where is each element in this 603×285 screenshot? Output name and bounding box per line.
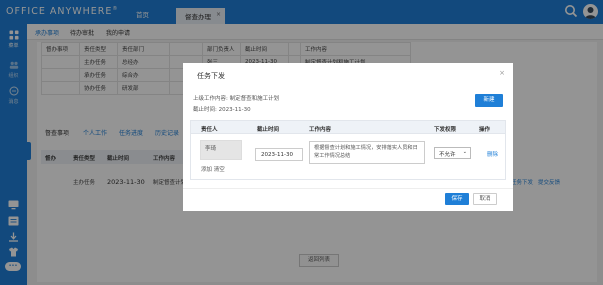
assignee-field[interactable]: 李琦 [200,140,242,160]
new-button[interactable]: 新建 [475,94,503,107]
assignee-actions: 添加 清空 [201,165,225,173]
upper-content: 上级工作内容: 制定督查和施工计划 [193,94,279,102]
save-button[interactable]: 保存 [445,193,469,205]
column-header: 工作内容 [309,127,332,133]
dialog-footer-divider [183,188,513,189]
add-assignee-link[interactable]: 添加 [201,167,212,173]
deadline-label: 截止时间: [193,107,217,113]
table-row: 李琦 添加 清空 2023-11-30 根据督查计划和施工情况，安排落实人员和日… [190,134,506,180]
delete-link[interactable]: 删除 [487,150,498,158]
column-header: 责任人 [201,127,218,133]
permission-value: 不允许 [439,152,456,158]
dialog-title: 任务下发 [197,72,225,80]
upper-content-value: 制定督查和施工计划 [229,96,280,102]
clear-assignee-link[interactable]: 清空 [214,167,225,173]
app-window: Office Anywhere® 首页 督查办理 × 菜单 [0,0,603,285]
column-header: 截止时间 [257,127,280,133]
chevron-down-icon: ⌄ [462,149,467,155]
deadline-value: 2023-11-30 [218,107,251,113]
deadline-input[interactable]: 2023-11-30 [255,148,303,161]
cancel-button[interactable]: 取消 [473,193,497,205]
column-header: 操作 [479,127,491,133]
task-dispatch-dialog: 任务下发 × 上级工作内容: 制定督查和施工计划 截止时间: 2023-11-3… [183,63,513,211]
column-header: 下发权限 [434,127,457,133]
close-icon[interactable]: × [499,69,505,77]
dispatch-table-header: 责任人 截止时间 工作内容 下发权限 操作 [190,120,506,134]
upper-deadline: 截止时间: 2023-11-30 [193,105,251,113]
permission-select[interactable]: 不允许 ⌄ [434,147,471,159]
work-content-textarea[interactable]: 根据督查计划和施工情况，安排落实人员和日常工作情况总结 [309,141,425,164]
upper-content-label: 上级工作内容: [193,96,228,102]
